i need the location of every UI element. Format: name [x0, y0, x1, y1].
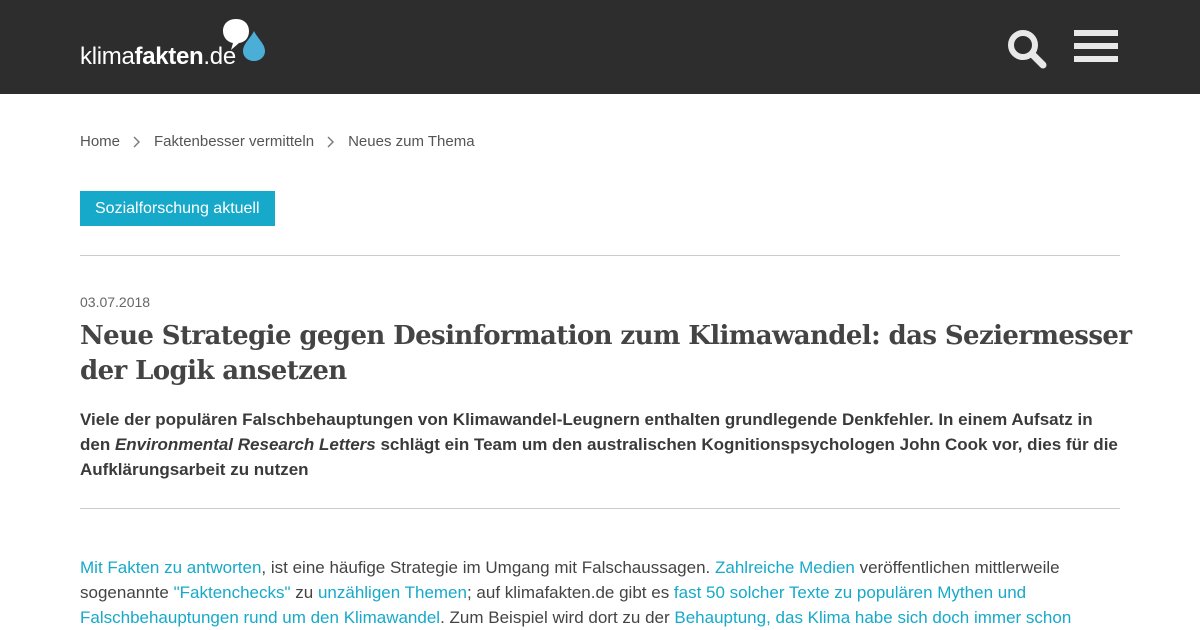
- link-faktenchecks[interactable]: "Faktenchecks": [174, 583, 291, 602]
- speech-bubble-logo-icon: [223, 19, 265, 61]
- search-button[interactable]: [1006, 28, 1048, 70]
- article-date: 03.07.2018: [80, 294, 151, 310]
- category-tag[interactable]: Sozialforschung aktuell: [80, 191, 275, 226]
- breadcrumb-home[interactable]: Home: [80, 133, 120, 150]
- link-unzaehlige-themen[interactable]: unzähligen Themen: [318, 583, 467, 602]
- link-mit-fakten-antworten[interactable]: Mit Fakten zu antworten: [80, 558, 261, 577]
- chevron-right-icon: [120, 133, 154, 150]
- article-body: Mit Fakten zu antworten, ist eine häufig…: [80, 558, 1072, 627]
- article-lead: Viele der populären Falschbehauptungen v…: [80, 410, 1118, 479]
- breadcrumb-neues-zum-thema[interactable]: Neues zum Thema: [348, 133, 474, 150]
- breadcrumb-faktenbesser-vermitteln[interactable]: Faktenbesser vermitteln: [154, 133, 314, 150]
- menu-button[interactable]: [1074, 29, 1118, 65]
- logo-wordmark: klimafakten.de: [80, 43, 236, 70]
- divider: [80, 255, 1120, 256]
- search-icon: [1008, 30, 1047, 69]
- site-header: klimafakten.de: [0, 0, 1200, 94]
- hamburger-menu-icon: [1074, 30, 1118, 62]
- breadcrumb: Home Faktenbesser vermitteln Neues zum T…: [80, 131, 475, 151]
- journal-name: Environmental Research Letters: [114, 435, 376, 454]
- divider: [80, 508, 1120, 509]
- chevron-right-icon: [314, 133, 348, 150]
- link-zahlreiche-medien[interactable]: Zahlreiche Medien: [715, 558, 855, 577]
- link-klima-immer-schon[interactable]: Behauptung, das Klima habe sich doch imm…: [674, 608, 1071, 627]
- site-logo[interactable]: klimafakten.de: [80, 17, 280, 70]
- article-title: Neue Strategie gegen Desinformation zum …: [80, 321, 1132, 386]
